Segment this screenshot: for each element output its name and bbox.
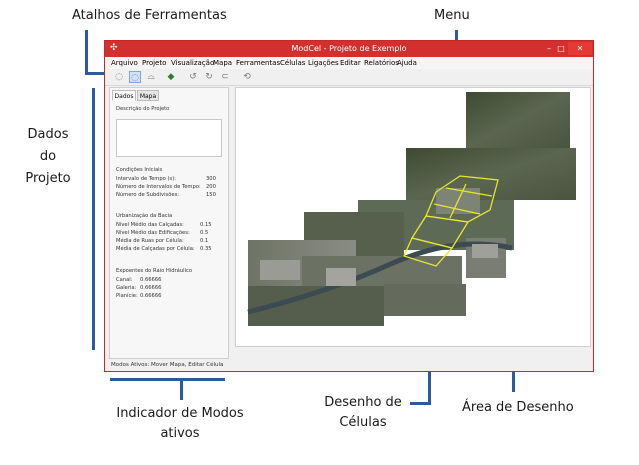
callout-active-modes-line2: ativos: [160, 426, 200, 441]
callout-line-dados-v: [92, 88, 95, 350]
callout-line-tools-v: [85, 30, 88, 74]
menu-visualizacao[interactable]: Visualização: [171, 57, 214, 69]
field-value[interactable]: 0.66666: [140, 285, 161, 292]
status-bar: Modos Ativos: Mover Mapa, Editar Célula: [105, 359, 593, 371]
callout-project-data-line1: Dados: [27, 127, 69, 142]
minimize-button[interactable]: –: [543, 42, 555, 55]
field-label: Galeria:: [116, 285, 137, 291]
toolbar: ◌ ◌ ⌓ ◆ ↺ ↻ ⊂ ⟲: [105, 69, 593, 86]
maximize-button[interactable]: □: [555, 42, 567, 55]
callout-menu: Menu: [434, 8, 470, 23]
field-value[interactable]: 0.1: [200, 238, 208, 245]
menu-relatorios[interactable]: Relatórios: [364, 57, 399, 69]
exponents-heading: Expoentes do Raio Hidráulico: [116, 268, 193, 274]
description-label: Descrição do Projeto: [116, 106, 170, 112]
field-label: Número de Intervalos de Tempo:: [116, 184, 201, 190]
field-value[interactable]: 200: [206, 184, 216, 191]
callout-project-data: Dados do Projeto: [16, 124, 80, 190]
initial-conditions-heading: Condições Iniciais: [116, 167, 163, 173]
menu-bar: Arquivo Projeto Visualização Mapa Ferram…: [105, 57, 593, 69]
callout-cell-drawing-line2: Células: [339, 415, 387, 430]
app-window: ✣ ModCel - Projeto de Exemplo – □ ✕ Arqu…: [104, 40, 594, 372]
active-modes-indicator: Modos Ativos: Mover Mapa, Editar Célula: [111, 362, 224, 368]
tab-mapa[interactable]: Mapa: [137, 90, 159, 101]
drawing-area[interactable]: [235, 87, 591, 347]
cells-icon[interactable]: ⌓: [145, 71, 157, 83]
field-label: Número de Subdivisões:: [116, 192, 180, 198]
menu-projeto[interactable]: Projeto: [142, 57, 166, 69]
project-data-panel: Dados Mapa Descrição do Projeto Condiçõe…: [109, 87, 229, 359]
callout-cell-drawing: Desenho de Células: [318, 393, 408, 433]
menu-ligacoes[interactable]: Ligações: [308, 57, 339, 69]
field-label: Nível Médio das Calçadas:: [116, 222, 184, 228]
map-move-icon[interactable]: ◆: [165, 71, 177, 83]
callout-toolbar-shortcuts: Atalhos de Ferramentas: [72, 8, 227, 23]
rotate-left-icon[interactable]: ↺: [187, 71, 199, 83]
link-icon[interactable]: ⊂: [219, 71, 231, 83]
field-label: Canal:: [116, 277, 133, 283]
urban-block: [260, 260, 300, 280]
menu-ajuda[interactable]: Ajuda: [397, 57, 417, 69]
urban-block: [326, 268, 356, 286]
select-cell-active-icon[interactable]: ◌: [129, 71, 141, 83]
field-label: Média de Calçadas por Célula:: [116, 246, 195, 252]
menu-editar[interactable]: Editar: [340, 57, 361, 69]
field-label: Planície:: [116, 293, 138, 299]
callout-drawing-area: Área de Desenho: [462, 400, 574, 415]
menu-arquivo[interactable]: Arquivo: [111, 57, 138, 69]
callout-line-modos-h: [110, 378, 225, 381]
rotate-combo-icon[interactable]: ↻: [203, 71, 215, 83]
field-value[interactable]: 0.5: [200, 230, 208, 237]
menu-mapa[interactable]: Mapa: [213, 57, 232, 69]
field-label: Média de Ruas por Célula:: [116, 238, 184, 244]
field-value[interactable]: 0.15: [200, 222, 212, 229]
field-value[interactable]: 150: [206, 192, 216, 199]
callout-line-modos-v: [180, 378, 183, 400]
menu-celulas[interactable]: Células: [280, 57, 305, 69]
callout-project-data-line2: do: [39, 149, 57, 164]
callout-active-modes-line1: Indicador de Modos: [116, 406, 244, 421]
map-tile: [466, 92, 570, 148]
field-label: Intervalo de Tempo (s):: [116, 176, 176, 182]
tab-dados[interactable]: Dados: [112, 90, 136, 101]
callout-line-celulas-h: [410, 402, 431, 405]
window-title: ModCel - Projeto de Exemplo: [291, 44, 407, 53]
callout-project-data-line3: Projeto: [25, 171, 71, 186]
callout-cell-drawing-line1: Desenho de: [324, 395, 402, 410]
refresh-icon[interactable]: ⟲: [241, 71, 253, 83]
menu-ferramentas[interactable]: Ferramentas: [236, 57, 280, 69]
select-cell-icon[interactable]: ◌: [113, 71, 125, 83]
map-tile: [406, 148, 576, 200]
urbanization-heading: Urbanização da Bacia: [116, 213, 173, 219]
urban-block: [472, 244, 498, 258]
satellite-map: [247, 92, 576, 326]
field-value[interactable]: 0.66666: [140, 277, 161, 284]
description-textarea[interactable]: [116, 119, 222, 157]
map-tile: [384, 284, 466, 316]
field-label: Nível Médio das Edificações:: [116, 230, 190, 236]
close-button[interactable]: ✕: [568, 42, 592, 55]
field-value[interactable]: 0.35: [200, 246, 212, 253]
field-value[interactable]: 300: [206, 176, 216, 183]
callout-active-modes: Indicador de Modos ativos: [100, 404, 260, 444]
field-value[interactable]: 0.66666: [140, 293, 161, 300]
title-bar[interactable]: ✣ ModCel - Projeto de Exemplo – □ ✕: [105, 41, 593, 57]
